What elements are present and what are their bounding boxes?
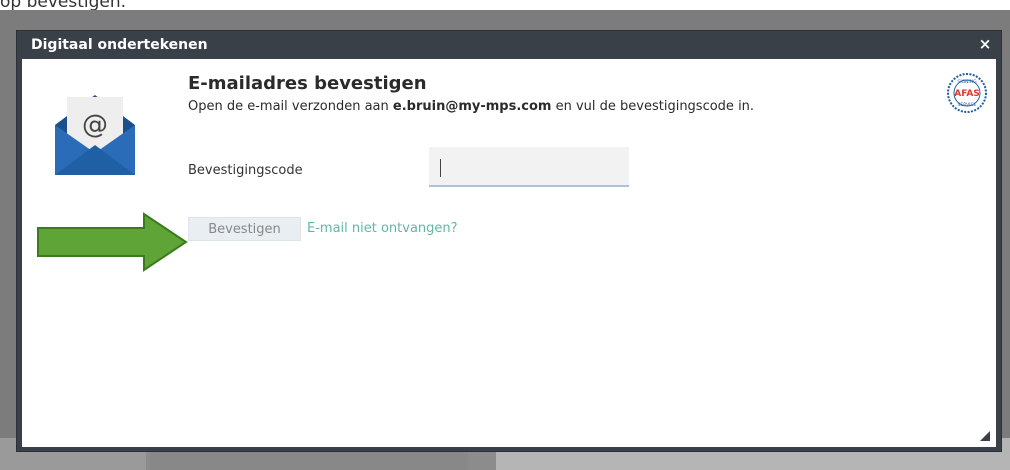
- resend-email-link[interactable]: E-mail niet ontvangen?: [307, 221, 458, 236]
- dialog-content: @ E-mailadres bevestigen Open de e-mail …: [22, 59, 996, 447]
- envelope-at-icon: @: [55, 95, 135, 175]
- text-caret: [440, 159, 441, 177]
- badge-bottom-text: SERVICE: [958, 102, 977, 108]
- resize-grip-icon[interactable]: [980, 431, 990, 441]
- afas-signing-badge: SIGNING AFAS SERVICE: [947, 73, 987, 113]
- dialog-heading: E-mailadres bevestigen: [188, 73, 427, 94]
- green-arrow-icon: [37, 212, 188, 272]
- description-text: Open de e-mail verzonden aan: [188, 99, 393, 114]
- svg-text:@: @: [82, 110, 108, 140]
- badge-brand-text: AFAS: [954, 89, 980, 99]
- sign-dialog: Digitaal ondertekenen × @ E-mailadres be…: [16, 30, 1002, 452]
- confirm-button[interactable]: Bevestigen: [188, 217, 301, 241]
- badge-top-text: SIGNING: [957, 79, 977, 85]
- code-label: Bevestigingscode: [188, 163, 303, 178]
- dialog-title: Digitaal ondertekenen: [31, 37, 208, 53]
- close-icon[interactable]: ×: [977, 35, 993, 53]
- dialog-description: Open de e-mail verzonden aan e.bruin@my-…: [188, 99, 754, 114]
- description-text: en vul de bevestigingscode in.: [551, 99, 755, 114]
- dialog-titlebar[interactable]: Digitaal ondertekenen ×: [17, 31, 1001, 59]
- email-address: e.bruin@my-mps.com: [392, 99, 552, 114]
- code-input[interactable]: [429, 147, 629, 187]
